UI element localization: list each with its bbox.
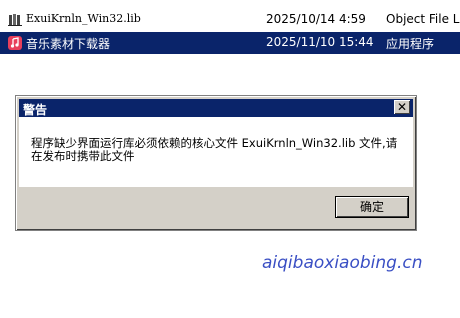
dialog-footer: 确定: [19, 187, 413, 227]
watermark-text: aiqibaoxiaobing.cn: [262, 253, 423, 273]
file-row[interactable]: ExuiKrnln_Win32.lib 2025/10/14 4:59 Obje…: [0, 9, 460, 31]
ok-button[interactable]: 确定: [336, 197, 408, 217]
file-row-selected[interactable]: 音乐素材下载器 2025/11/10 15:44 应用程序: [0, 32, 460, 54]
library-file-icon: [8, 14, 22, 26]
file-name: 音乐素材下载器: [26, 37, 111, 51]
file-type: Object File L: [386, 12, 460, 26]
dialog-titlebar[interactable]: 警告 ✕: [19, 99, 413, 117]
file-date: 2025/11/10 15:44: [266, 35, 374, 49]
dialog-content: 程序缺少界面运行库必须依赖的核心文件 ExuiKrnln_Win32.lib 文…: [19, 117, 413, 187]
dialog-message: 程序缺少界面运行库必须依赖的核心文件 ExuiKrnln_Win32.lib 文…: [31, 136, 398, 163]
file-name: ExuiKrnln_Win32.lib: [26, 12, 141, 25]
music-app-icon: [8, 36, 22, 50]
warning-dialog: 警告 ✕ 程序缺少界面运行库必须依赖的核心文件 ExuiKrnln_Win32.…: [16, 96, 416, 230]
dialog-title: 警告: [23, 103, 48, 117]
close-icon[interactable]: ✕: [394, 100, 410, 114]
file-date: 2025/10/14 4:59: [266, 12, 366, 26]
file-type: 应用程序: [386, 37, 435, 51]
